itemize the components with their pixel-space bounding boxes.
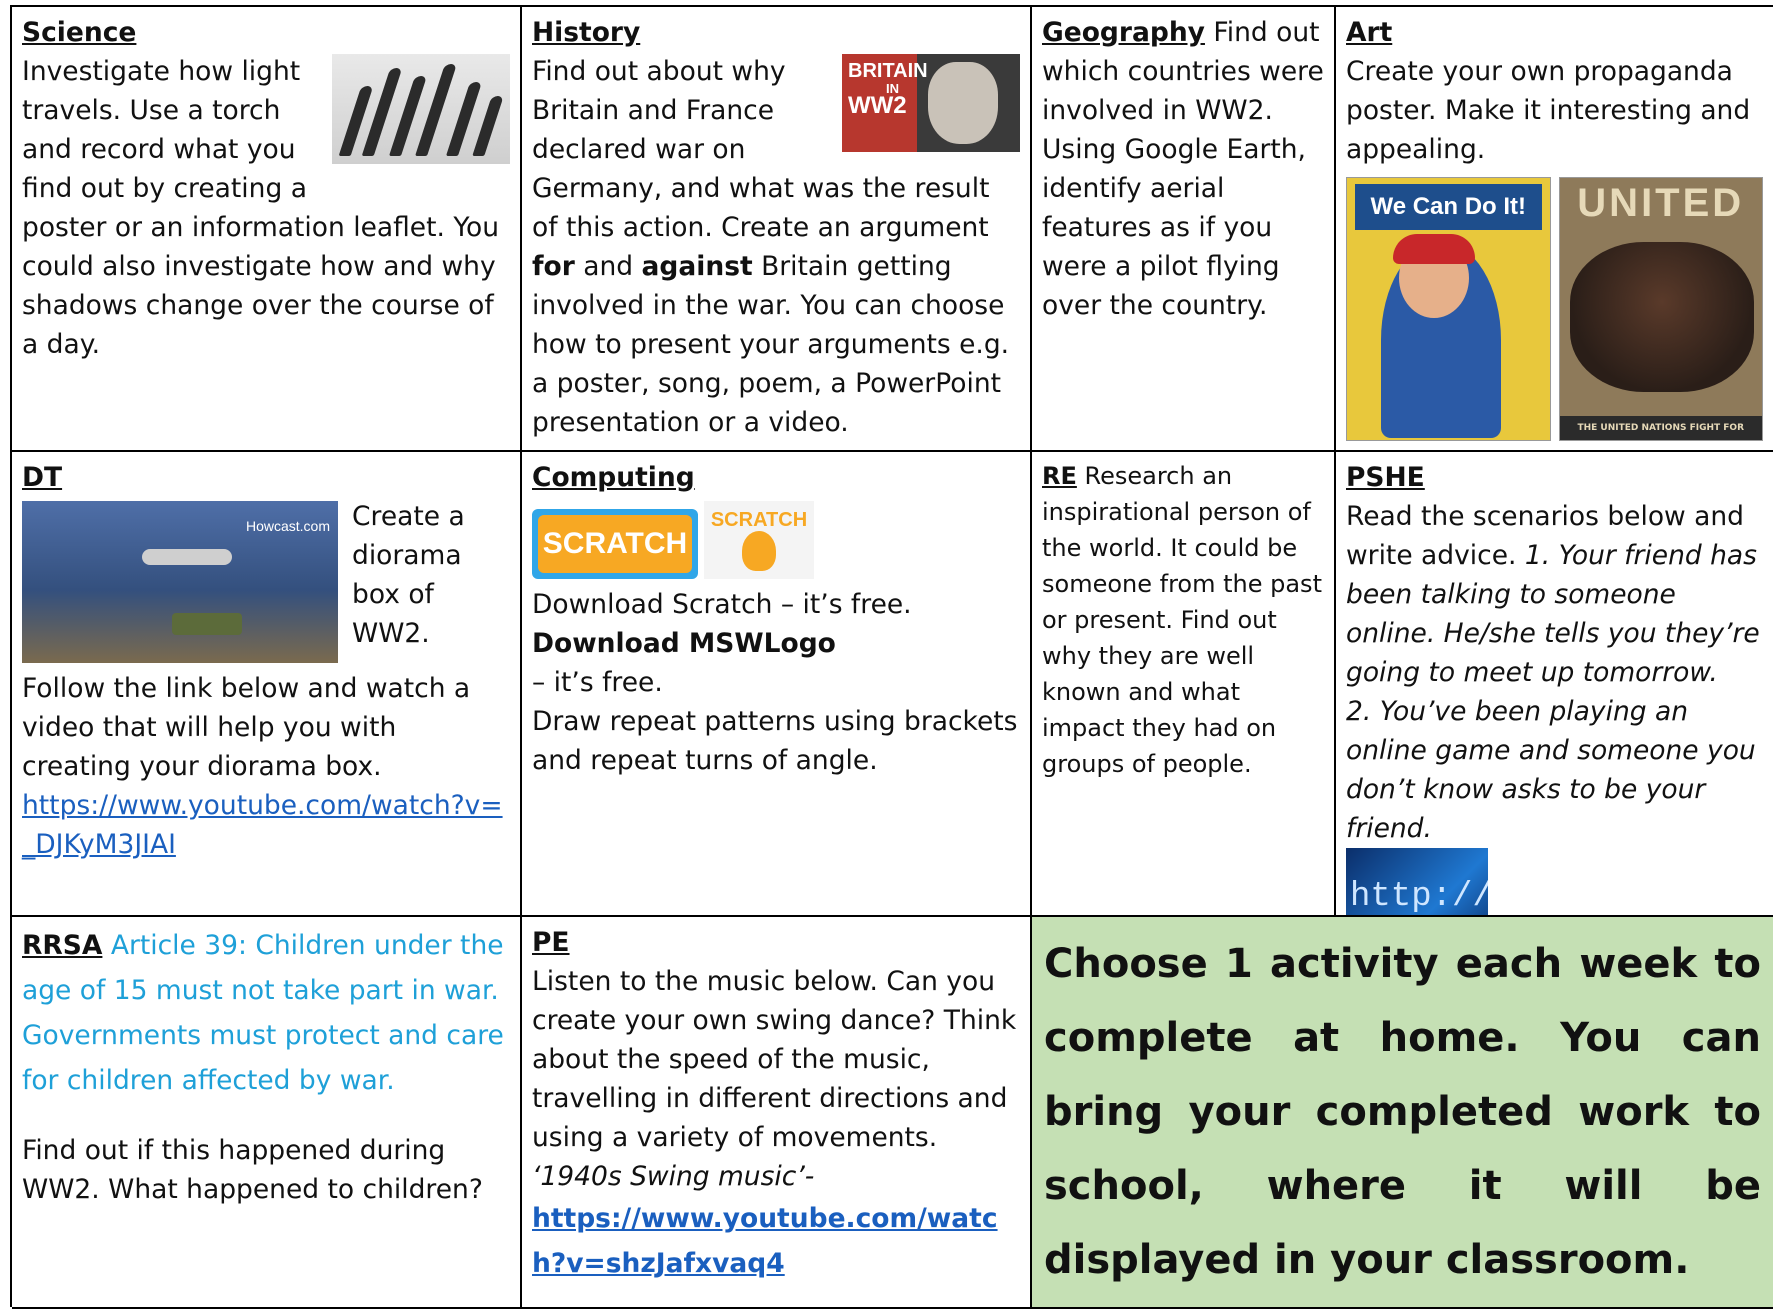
computing-text-1: Download Scratch – it’s free. — [532, 589, 912, 620]
computing-cell: Computing SCRATCH SCRATCH Download Scrat… — [522, 452, 1032, 917]
art-text: Create your own propaganda poster. Make … — [1346, 56, 1751, 165]
pshe-title: PSHE — [1346, 462, 1425, 493]
computing-title: Computing — [532, 462, 695, 493]
computing-text-4: Draw repeat patterns using brackets and … — [532, 706, 1018, 776]
history-and: and — [574, 251, 642, 282]
pe-music-link[interactable]: https://www.youtube.com/watch?v=shzJafxv… — [532, 1203, 998, 1279]
http-image: http://www — [1346, 848, 1488, 916]
history-title: History — [532, 17, 641, 48]
rrsa-text: Find out if this happened during WW2. Wh… — [22, 1135, 483, 1205]
poster2-text: UNITED — [1577, 181, 1745, 225]
geography-text: Find out which countries were involved i… — [1042, 17, 1324, 321]
dt-text-1: Create a diorama box of WW2. — [352, 501, 465, 649]
scratch-cat-logo: SCRATCH — [704, 501, 814, 579]
we-can-do-it-poster: We Can Do It! — [1346, 177, 1551, 441]
shadows-image — [332, 54, 510, 164]
scratch-logo-text: SCRATCH — [538, 515, 692, 573]
image-caption-3: WW2 — [848, 92, 907, 119]
geography-cell: Geography Find out which countries were … — [1032, 7, 1336, 452]
diorama-image-label: Howcast.com — [245, 518, 330, 534]
computing-text-2: Download MSWLogo — [532, 628, 836, 659]
image-caption-1: BRITAIN — [848, 60, 928, 82]
poster2-footer: THE UNITED NATIONS FIGHT FOR FREEDOM — [1559, 416, 1762, 440]
rrsa-title: RRSA — [22, 930, 103, 961]
dt-title: DT — [22, 462, 63, 493]
re-cell: RE Research an inspirational person of t… — [1032, 452, 1336, 917]
pshe-cell: PSHE Read the scenarios below and write … — [1336, 452, 1773, 917]
scratch-logo: SCRATCH — [532, 509, 698, 579]
history-against: against — [641, 251, 753, 282]
science-title: Science — [22, 17, 137, 48]
info-text: Choose 1 activity each week to complete … — [1044, 941, 1761, 1283]
united-poster: UNITED THE UNITED NATIONS FIGHT FOR FREE… — [1558, 177, 1763, 441]
computing-text-3: – it’s free. — [532, 667, 663, 698]
history-cell: History BRITAIN IN WW2 Find out about wh… — [522, 7, 1032, 452]
diorama-image: Howcast.com — [22, 501, 338, 663]
pe-cell: PE Listen to the music below. Can you cr… — [522, 917, 1032, 1309]
dt-text-2: Follow the link below and watch a video … — [22, 673, 471, 782]
britain-ww2-image: BRITAIN IN WW2 — [842, 54, 1020, 152]
history-for: for — [532, 251, 575, 282]
pshe-scenario-2: 2. You’ve been playing an online game an… — [1346, 696, 1756, 844]
pe-title: PE — [532, 927, 570, 958]
info-box: Choose 1 activity each week to complete … — [1032, 917, 1773, 1309]
pe-music: ‘1940s Swing music’- — [532, 1161, 815, 1192]
science-cell: Science Investigate how light travels. U… — [12, 7, 522, 452]
rrsa-cell: RRSA Article 39: Children under the age … — [12, 917, 522, 1309]
pe-text: Listen to the music below. Can you creat… — [532, 966, 1017, 1153]
art-title: Art — [1346, 17, 1393, 48]
dt-video-link[interactable]: https://www.youtube.com/watch?v=_DJKyM3J… — [22, 790, 503, 860]
poster1-text: We Can Do It! — [1355, 184, 1542, 230]
homework-grid: Science Investigate how light travels. U… — [10, 5, 1773, 1309]
re-title: RE — [1042, 462, 1077, 490]
geography-title: Geography — [1042, 17, 1205, 48]
dt-cell: DT Howcast.com Create a diorama box of W… — [12, 452, 522, 917]
re-text: Research an inspirational person of the … — [1042, 462, 1322, 778]
art-cell: Art Create your own propaganda poster. M… — [1336, 7, 1773, 452]
http-image-text: http://www — [1350, 878, 1488, 916]
